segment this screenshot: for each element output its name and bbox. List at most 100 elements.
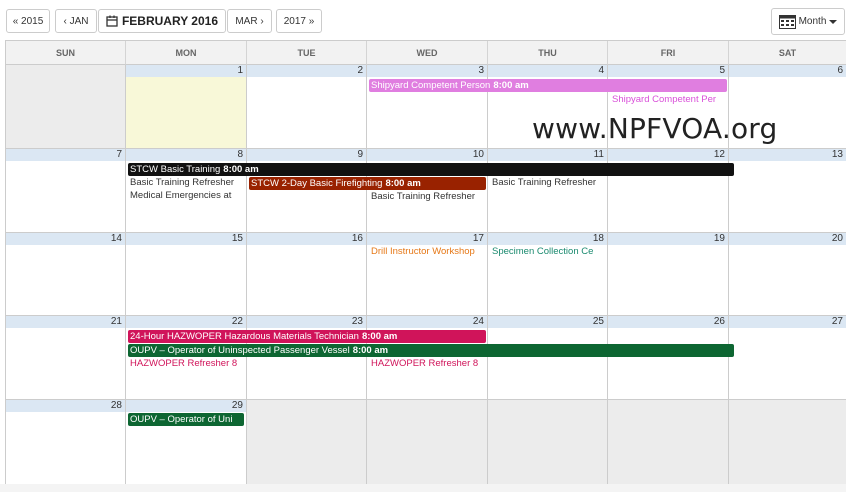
event-shipyard-competent-person[interactable]: Shipyard Competent Person 8:00 am [369,79,727,92]
day-number: 21 [110,316,122,327]
prev-month-button[interactable]: ‹ JAN [55,9,97,33]
event-stcw-basic-training[interactable]: STCW Basic Training 8:00 am [128,163,734,176]
day-number: 24 [472,316,484,327]
day-cell[interactable]: 9 [247,149,367,233]
grid-icon [778,14,796,29]
event-hazwoper-refresher[interactable]: HAZWOPER Refresher 8 [369,357,488,370]
day-number: 2 [357,65,363,76]
dow-sat: SAT [729,41,846,65]
day-cell[interactable]: 28 [6,400,126,485]
event-time: 8:00 am [385,178,421,189]
day-cell[interactable]: 2 [247,65,367,149]
day-cell[interactable]: 15 [126,233,247,316]
next-year-button[interactable]: 2017 » [276,9,322,33]
event-title: Medical Emergencies at [130,190,232,201]
day-number: 28 [110,400,122,411]
event-title: Basic Training Refresher [130,177,235,188]
event-title: HAZWOPER Refresher 8 [371,358,479,369]
day-cell[interactable]: 19 [608,233,729,316]
calendar-toolbar: « 2015 ‹ JAN FEBRUARY 2016 MAR › 2017 » … [0,0,846,40]
day-number: 4 [598,65,604,76]
day-cell[interactable]: 16 [247,233,367,316]
day-number: 5 [719,65,725,76]
event-time: 8:00 am [493,80,529,91]
event-shipyard-competent-person-continued[interactable]: Shipyard Competent Per [610,93,729,106]
event-title: STCW Basic Training [130,164,221,175]
view-selector[interactable]: Month [771,8,845,35]
event-title: 24-Hour HAZWOPER Hazardous Materials Tec… [130,331,359,342]
day-number: 26 [713,316,725,327]
event-hazwoper-refresher[interactable]: HAZWOPER Refresher 8 [128,357,247,370]
day-cell[interactable]: 11 [488,149,608,233]
day-cell[interactable]: 14 [6,233,126,316]
day-cell[interactable] [488,400,608,485]
event-24hr-hazwoper[interactable]: 24-Hour HAZWOPER Hazardous Materials Tec… [128,330,486,343]
event-specimen-collection[interactable]: Specimen Collection Ce [490,245,608,258]
prev-year-button[interactable]: « 2015 [6,9,50,33]
day-cell[interactable]: 7 [6,149,126,233]
day-number: 13 [831,149,843,160]
next-month-button[interactable]: MAR › [227,9,272,33]
event-title: Basic Training Refresher [492,177,597,188]
chevron-down-icon [829,19,838,24]
event-basic-training-refresher[interactable]: Basic Training Refresher [128,176,247,189]
day-number: 1 [237,65,243,76]
event-medical-emergencies[interactable]: Medical Emergencies at [128,189,247,202]
day-cell[interactable] [367,400,488,485]
watermark: www.NPFVOA.org [532,112,778,145]
calendar-icon [106,15,118,27]
day-number: 20 [831,233,843,244]
day-number: 29 [231,400,243,411]
event-basic-training-refresher[interactable]: Basic Training Refresher [490,176,608,189]
day-number: 16 [351,233,363,244]
day-number: 3 [478,65,484,76]
event-title: Shipyard Competent Person [371,80,491,91]
day-number: 8 [237,149,243,160]
day-cell[interactable]: 3 [367,65,488,149]
event-title: HAZWOPER Refresher 8 [130,358,238,369]
event-drill-instructor-workshop[interactable]: Drill Instructor Workshop [369,245,488,258]
day-number: 7 [116,149,122,160]
dow-sun: SUN [6,41,126,65]
event-oupv[interactable]: OUPV – Operator of Uninspected Passenger… [128,344,734,357]
day-cell[interactable]: 1 [126,65,247,149]
day-number: 10 [472,149,484,160]
day-number: 15 [231,233,243,244]
day-cell[interactable] [608,400,729,485]
day-cell[interactable]: 20 [729,233,846,316]
event-title: Basic Training Refresher [371,191,476,202]
current-month-button[interactable]: FEBRUARY 2016 [98,9,226,33]
day-cell[interactable]: 12 [608,149,729,233]
day-number: 6 [837,65,843,76]
event-time: 8:00 am [352,345,389,356]
day-cell[interactable]: 23 [247,316,367,400]
current-month-label: FEBRUARY 2016 [121,14,219,28]
event-title: STCW 2-Day Basic Firefighting [251,178,383,189]
day-cell[interactable]: 25 [488,316,608,400]
dow-mon: MON [126,41,247,65]
day-cell[interactable]: 27 [729,316,846,400]
event-basic-training-refresher[interactable]: Basic Training Refresher [369,190,488,203]
dow-tue: TUE [247,41,367,65]
event-time: 8:00 am [361,331,398,342]
day-number: 27 [831,316,843,327]
day-cell[interactable] [6,65,126,149]
day-cell[interactable]: 26 [608,316,729,400]
event-oupv[interactable]: OUPV – Operator of Uni [128,413,244,426]
dow-fri: FRI [608,41,729,65]
day-of-week-header: SUN MON TUE WED THU FRI SAT [6,41,846,65]
day-number: 9 [357,149,363,160]
event-title: Shipyard Competent Per [612,94,717,105]
event-title: OUPV – Operator of Uni [130,414,233,425]
day-number: 18 [592,233,604,244]
bottom-strip [0,484,846,492]
day-number: 23 [351,316,363,327]
event-title: OUPV – Operator of Uninspected Passenger… [130,345,350,356]
day-cell[interactable]: 13 [729,149,846,233]
day-cell[interactable] [247,400,367,485]
view-label: Month [798,16,827,27]
day-cell[interactable]: 21 [6,316,126,400]
event-stcw-2day-firefighting[interactable]: STCW 2-Day Basic Firefighting 8:00 am [249,177,486,190]
day-cell[interactable] [729,400,846,485]
day-number: 12 [713,149,725,160]
